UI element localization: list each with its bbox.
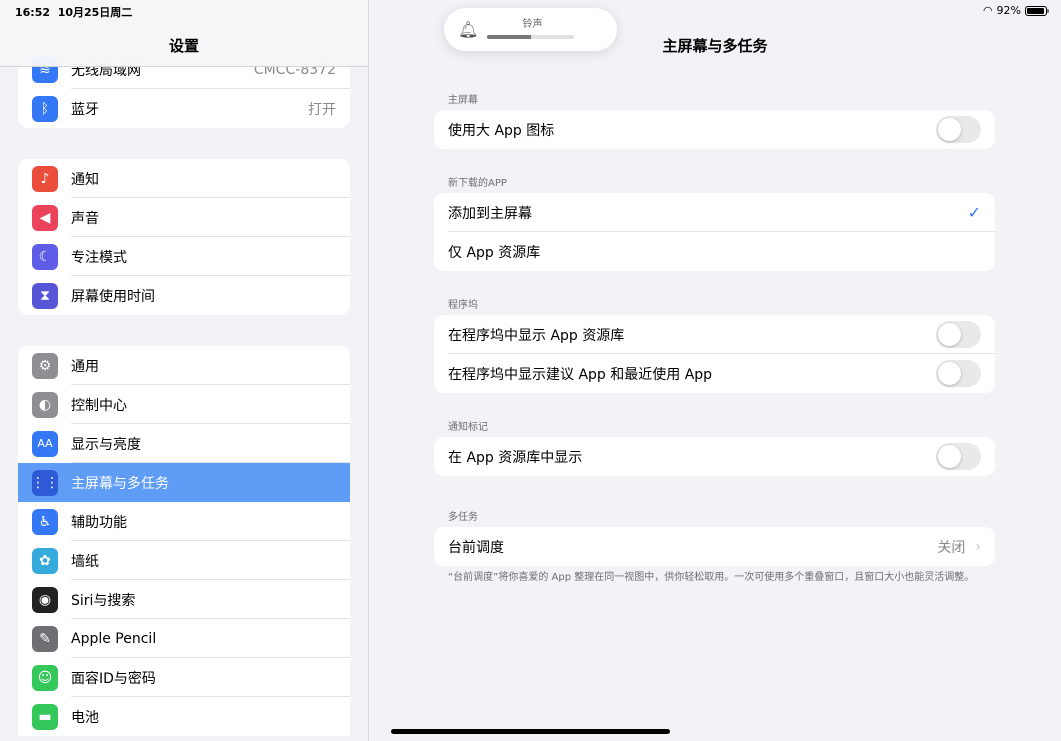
- hourglass-icon: ⧗: [32, 283, 58, 309]
- sidebar-item-label: Siri与搜索: [71, 590, 350, 610]
- sidebar-item[interactable]: ♪ 通知: [18, 159, 350, 198]
- sidebar-item[interactable]: ◉ Siri与搜索: [18, 580, 350, 619]
- sidebar-item[interactable]: ✿ 墙纸: [18, 541, 350, 580]
- sidebar-item-label: 通知: [71, 169, 350, 189]
- volume-bar: [487, 35, 574, 39]
- wifi-icon: ◠: [983, 4, 993, 17]
- settings-group-notifications: ♪ 通知 ◀ 声音 ☾ 专注模式 ⧗ 屏幕使用时间: [18, 159, 350, 315]
- sidebar-item[interactable]: ☾ 专注模式: [18, 237, 350, 276]
- bluetooth-icon: ᛒ: [32, 96, 58, 122]
- row-label: 在程序坞中显示 App 资源库: [448, 325, 936, 345]
- bell-icon: ♪: [32, 166, 58, 192]
- settings-card: 在程序坞中显示 App 资源库在程序坞中显示建议 App 和最近使用 App: [434, 315, 995, 393]
- chevron-right-icon: ›: [975, 539, 981, 555]
- row-label: 添加到主屏幕: [448, 203, 968, 223]
- toggle-switch[interactable]: [936, 360, 981, 387]
- detail-pane: ◠ 92% 主屏幕与多任务 主屏幕使用大 App 图标新下载的APP添加到主屏幕…: [369, 0, 1061, 741]
- sidebar-item[interactable]: ◀ 声音: [18, 198, 350, 237]
- settings-row[interactable]: 仅 App 资源库: [434, 232, 995, 271]
- status-bar-right: ◠ 92%: [983, 4, 1047, 17]
- sidebar-item-label: 墙纸: [71, 551, 350, 571]
- toggle-switch[interactable]: [936, 321, 981, 348]
- settings-group-general: ⚙ 通用 ◐ 控制中心 AA 显示与亮度 ⋮⋮ 主屏幕与多任务 ♿ 辅助功能 ✿ 墙纸 ◉ Siri与搜索…: [18, 346, 350, 736]
- settings-row: 在程序坞中显示 App 资源库: [434, 315, 995, 354]
- siri-icon: ◉: [32, 587, 58, 613]
- checkmark-icon: ✓: [968, 203, 981, 222]
- sidebar-item-label: 控制中心: [71, 395, 350, 415]
- accessibility-icon: ♿: [32, 509, 58, 535]
- sidebar-item[interactable]: ☺ 面容ID与密码: [18, 658, 350, 697]
- sidebar-item-label: 显示与亮度: [71, 434, 350, 454]
- sidebar-item-label: 通用: [71, 356, 350, 376]
- sidebar-item-label: Apple Pencil: [71, 631, 350, 647]
- face-id-icon: ☺: [32, 665, 58, 691]
- row-label: 使用大 App 图标: [448, 120, 936, 140]
- flower-icon: ✿: [32, 548, 58, 574]
- battery-percent: 92%: [997, 4, 1021, 17]
- sidebar-item[interactable]: ⋮⋮ 主屏幕与多任务: [18, 463, 350, 502]
- sidebar-item[interactable]: ♿ 辅助功能: [18, 502, 350, 541]
- sidebar-item[interactable]: ᛒ 蓝牙打开: [18, 89, 350, 128]
- settings-row: 在 App 资源库中显示: [434, 437, 995, 476]
- settings-row[interactable]: 台前调度关闭 ›: [434, 527, 995, 566]
- stage-manager-footnote: “台前调度”将你喜爱的 App 整理在同一视图中，供你轻松取用。一次可使用多个重…: [448, 571, 988, 584]
- status-time: 16:52 10月25日周二: [15, 4, 132, 20]
- row-label: 在 App 资源库中显示: [448, 447, 936, 467]
- settings-card: 台前调度关闭 ›: [434, 527, 995, 566]
- settings-card: 在 App 资源库中显示: [434, 437, 995, 476]
- sidebar-item[interactable]: ◐ 控制中心: [18, 385, 350, 424]
- pencil-icon: ✎: [32, 626, 58, 652]
- section-header: 多任务: [448, 508, 478, 523]
- section-header: 主屏幕: [448, 91, 478, 106]
- app-grid-icon: ⋮⋮: [32, 470, 58, 496]
- settings-row[interactable]: 添加到主屏幕✓: [434, 193, 995, 232]
- sidebar-header: 16:52 10月25日周二 设置: [0, 0, 368, 67]
- toggle-switch[interactable]: [936, 443, 981, 470]
- sidebar-item-label: 电池: [71, 707, 350, 727]
- sidebar-item[interactable]: ⧗ 屏幕使用时间: [18, 276, 350, 315]
- row-label: 仅 App 资源库: [448, 242, 981, 262]
- sidebar: 16:52 10月25日周二 设置 ≋无线局域网CMCC-8372ᛒ蓝牙打开 ♪…: [0, 0, 369, 741]
- sidebar-item[interactable]: ▬ 电池: [18, 697, 350, 736]
- sidebar-item-value: 打开: [308, 99, 336, 119]
- speaker-icon: ◀: [32, 205, 58, 231]
- sidebar-item-label: 屏幕使用时间: [71, 286, 350, 306]
- sidebar-item[interactable]: ✎ Apple Pencil: [18, 619, 350, 658]
- sidebar-item-label: 主屏幕与多任务: [71, 473, 350, 493]
- ringer-volume-hud: 🔔︎ 铃声: [444, 8, 617, 51]
- battery-icon: [1025, 6, 1047, 16]
- sidebar-item-label: 声音: [71, 208, 350, 228]
- moon-icon: ☾: [32, 244, 58, 270]
- settings-row: 使用大 App 图标: [434, 110, 995, 149]
- sidebar-item-label: 蓝牙: [71, 99, 308, 119]
- row-value: 关闭: [937, 537, 965, 557]
- gear-icon: ⚙: [32, 353, 58, 379]
- battery-icon: ▬: [32, 704, 58, 730]
- sidebar-item-label: 面容ID与密码: [71, 668, 350, 688]
- sidebar-item-label: 辅助功能: [71, 512, 350, 532]
- row-label: 在程序坞中显示建议 App 和最近使用 App: [448, 364, 936, 384]
- sidebar-item-label: 专注模式: [71, 247, 350, 267]
- section-header: 新下载的APP: [448, 174, 507, 189]
- section-header: 程序坞: [448, 296, 478, 311]
- sidebar-title: 设置: [0, 35, 368, 56]
- hud-label: 铃声: [444, 15, 617, 30]
- text-size-icon: AA: [32, 431, 58, 457]
- section-header: 通知标记: [448, 418, 488, 433]
- toggles-icon: ◐: [32, 392, 58, 418]
- settings-card: 使用大 App 图标: [434, 110, 995, 149]
- home-indicator[interactable]: [391, 729, 670, 734]
- toggle-switch[interactable]: [936, 116, 981, 143]
- settings-card: 添加到主屏幕✓ 仅 App 资源库: [434, 193, 995, 271]
- settings-row: 在程序坞中显示建议 App 和最近使用 App: [434, 354, 995, 393]
- row-label: 台前调度: [448, 537, 937, 557]
- sidebar-item[interactable]: ⚙ 通用: [18, 346, 350, 385]
- sidebar-item[interactable]: AA 显示与亮度: [18, 424, 350, 463]
